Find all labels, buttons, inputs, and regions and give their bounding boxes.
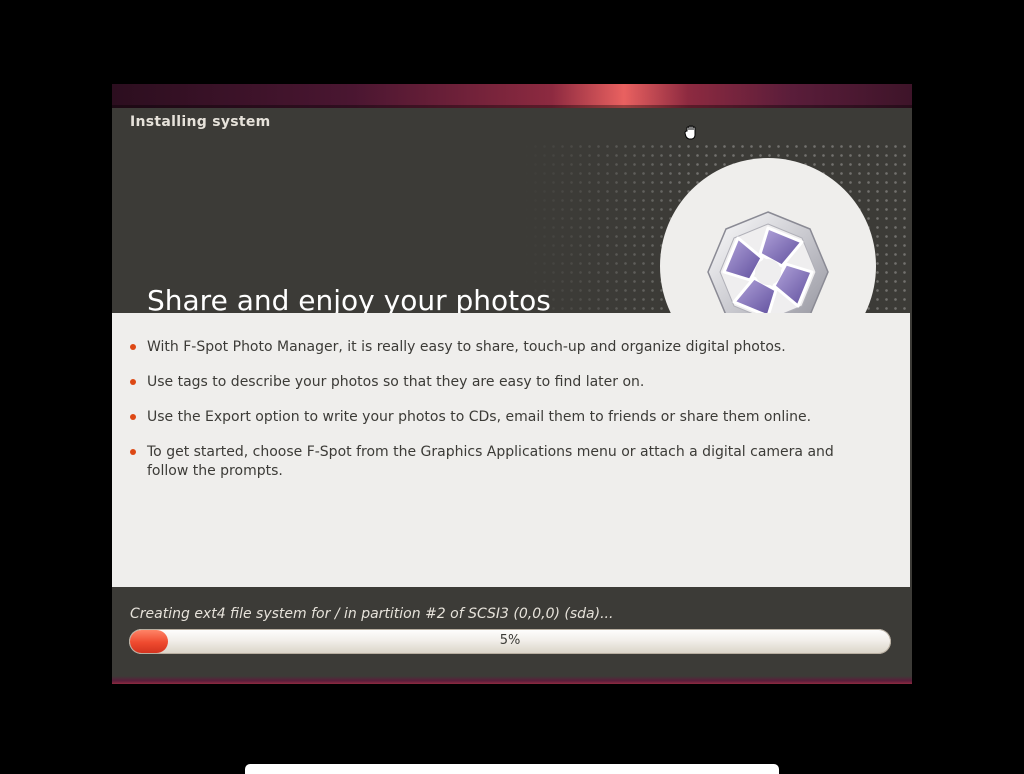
hand-cursor-icon — [684, 125, 696, 140]
window-title: Installing system — [130, 114, 271, 130]
slide-content: With F-Spot Photo Manager, it is really … — [112, 313, 910, 587]
bullet-icon — [130, 344, 136, 350]
progress-label: 5% — [499, 633, 521, 648]
bottom-panel-edge — [245, 764, 779, 774]
list-item: To get started, choose F-Spot from the G… — [128, 443, 858, 481]
bullet-icon — [130, 414, 136, 420]
installer-window: Share and enjoy your photos Installing s… — [112, 84, 912, 684]
status-message: Creating ext4 file system for / in parti… — [130, 606, 614, 622]
bullet-icon — [130, 449, 136, 455]
window-bottom-strip — [112, 676, 912, 684]
status-panel: Creating ext4 file system for / in parti… — [112, 587, 912, 684]
slide-header: Share and enjoy your photos — [112, 108, 910, 374]
bullet-icon — [130, 379, 136, 385]
list-item: With F-Spot Photo Manager, it is really … — [128, 338, 858, 357]
feature-list: With F-Spot Photo Manager, it is really … — [128, 338, 858, 497]
list-item-text: Use tags to describe your photos so that… — [147, 374, 645, 390]
list-item-text: To get started, choose F-Spot from the G… — [147, 444, 834, 479]
window-top-bar — [112, 84, 912, 108]
list-item-text: Use the Export option to write your phot… — [147, 409, 812, 425]
list-item: Use the Export option to write your phot… — [128, 408, 858, 427]
list-item-text: With F-Spot Photo Manager, it is really … — [147, 339, 786, 355]
list-item: Use tags to describe your photos so that… — [128, 373, 858, 392]
progress-bar: 5% — [129, 629, 891, 654]
